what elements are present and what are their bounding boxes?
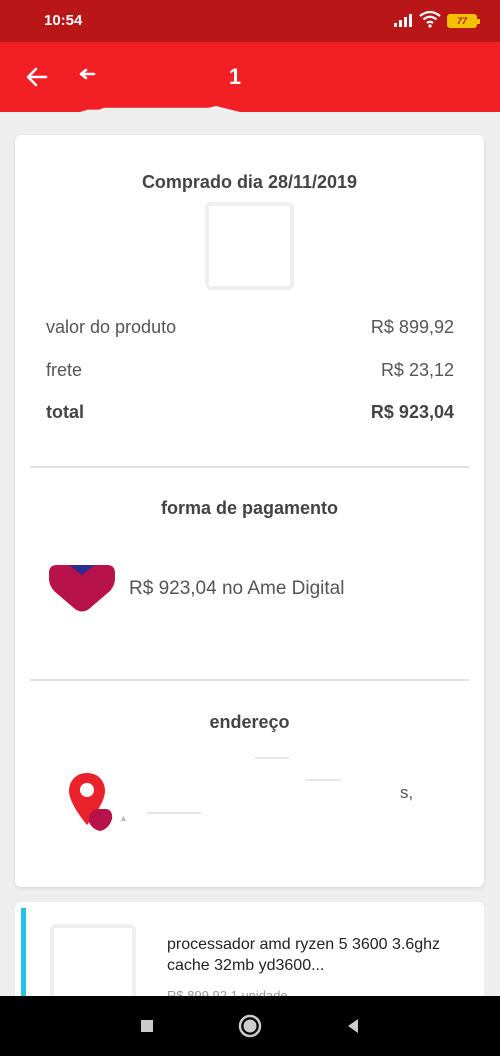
app-bar-edge [80,106,240,112]
battery-level: 77 [456,16,467,26]
back-nav-icon[interactable] [340,1013,366,1039]
item-name: processador amd ryzen 5 3600 3.6ghz cach… [167,936,441,974]
shipping-row: frete R$ 23,12 [46,360,454,381]
app-bar-title: 1 [228,64,242,89]
item-image [50,924,136,1002]
address-line [147,812,201,814]
status-accent-bar [21,908,26,1002]
total-value: R$ 923,04 [370,402,454,422]
product-value-row: valor do produto R$ 899,92 [46,317,454,338]
total-label: total [46,402,84,422]
shipping-label: frete [46,360,83,380]
shipping-value: R$ 23,12 [380,360,454,380]
product-value: R$ 899,92 [370,317,454,337]
order-details-card: Comprado dia 28/11/2019 valor do produto… [15,135,484,887]
payment-description: R$ 923,04 no Ame Digital [129,578,345,599]
wifi-icon [419,10,441,28]
system-nav-bar [0,996,500,1056]
address-text: s, [400,783,414,802]
status-time: 10:54 [44,12,83,29]
product-image [205,202,294,290]
product-value-label: valor do produto [46,317,177,337]
battery-icon: 77 [447,14,480,28]
total-row: total R$ 923,04 [46,402,454,423]
payment-method-title: forma de pagamento [160,498,339,518]
address-line [305,779,341,781]
ame-digital-logo-icon [49,565,115,612]
divider [30,466,469,468]
app-bar: 1 [0,42,500,112]
recent-apps-icon[interactable] [134,1013,160,1039]
order-item-card[interactable]: processador amd ryzen 5 3600 3.6ghz cach… [15,902,484,1002]
signal-icon [394,14,412,27]
address-mark: ▲ [119,813,128,823]
home-icon[interactable] [237,1013,263,1039]
purchase-date: Comprado dia 28/11/2019 [141,172,358,192]
address-title: endereço [209,712,290,732]
location-pin-icon [69,773,113,831]
divider [30,679,469,681]
address-line [255,757,289,759]
status-bar: 10:54 77 [0,0,500,42]
